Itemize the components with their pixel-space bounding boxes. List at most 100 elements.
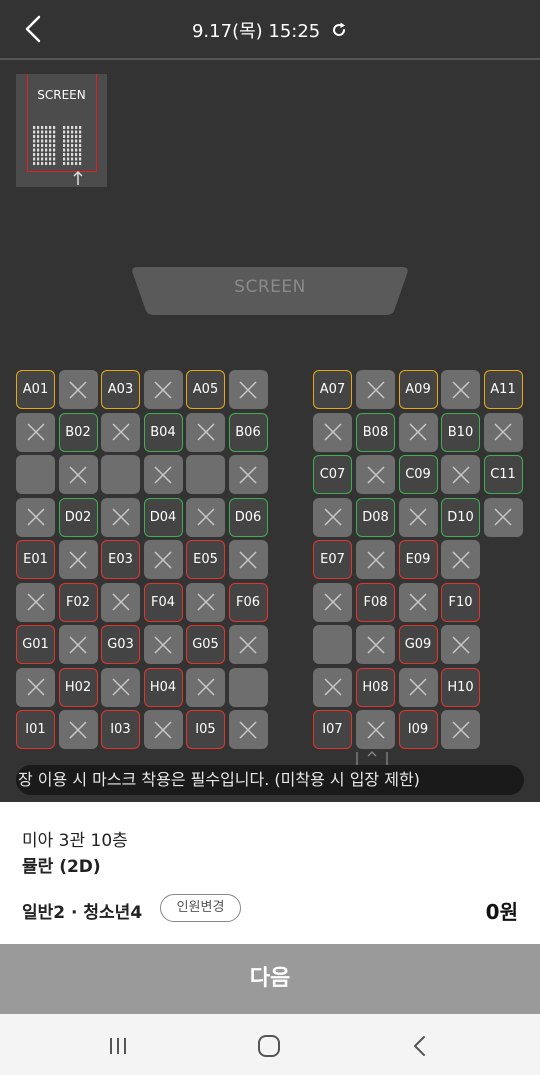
seat-minimap[interactable]: SCREEN (16, 74, 107, 187)
seat-i01[interactable]: I01 (16, 710, 55, 749)
seat-g09[interactable]: G09 (398, 625, 438, 664)
seat-b10[interactable]: B10 (441, 412, 480, 452)
seat-e03[interactable]: E03 (101, 540, 140, 579)
minimap-seat-dot (49, 144, 52, 147)
seat-d08[interactable]: D08 (356, 497, 395, 537)
seat-b02[interactable]: B02 (58, 412, 98, 452)
seat-h04[interactable]: H04 (143, 667, 183, 707)
booking-summary-panel: 미아 3관 10층 뮬란 (2D) 일반2 · 청소년4 인원변경 0원 (0, 802, 540, 944)
close-x-icon (196, 593, 215, 611)
mask-notice-banner: 장 이용 시 마스크 착용은 필수입니다. (미착용 시 입장 제한) (16, 765, 524, 795)
seat-c07[interactable]: C07 (313, 455, 352, 494)
seat-label: I01 (25, 722, 46, 737)
seat-e07[interactable]: E07 (313, 540, 352, 579)
close-x-icon (111, 508, 130, 526)
seat-h02[interactable]: H02 (58, 667, 98, 707)
minimap-seat-dot (33, 162, 36, 165)
close-x-icon (69, 465, 87, 484)
seat-g01[interactable]: G01 (16, 625, 55, 664)
seat-e01[interactable]: E01 (16, 540, 55, 579)
seat-c03 (101, 455, 140, 494)
minimap-seat-dot (63, 139, 66, 143)
seat-h07 (313, 667, 352, 707)
seat-c09[interactable]: C09 (398, 455, 438, 494)
seat-d04[interactable]: D04 (143, 497, 183, 537)
seat-f10[interactable]: F10 (441, 582, 480, 622)
seat-f07 (313, 582, 352, 622)
seat-a08 (356, 370, 395, 409)
minimap-seat-dot (41, 139, 44, 143)
seat-i03[interactable]: I03 (101, 710, 140, 749)
minimap-seat-dot (63, 157, 66, 161)
change-people-button[interactable]: 인원변경 (160, 894, 241, 922)
recent-apps-icon[interactable] (104, 1032, 132, 1060)
seat-b04[interactable]: B04 (143, 412, 183, 452)
seat-a05[interactable]: A05 (186, 370, 225, 409)
minimap-seat-dot (75, 148, 78, 152)
minimap-seat-dot (63, 148, 66, 152)
seat-i05[interactable]: I05 (186, 710, 225, 749)
seat-h08[interactable]: H08 (356, 667, 395, 707)
minimap-seat-dot (71, 148, 74, 152)
seat-i07[interactable]: I07 (313, 710, 352, 749)
total-price: 0원 (485, 900, 518, 924)
minimap-seat-dot (33, 130, 36, 134)
seat-label: A11 (490, 382, 516, 397)
seat-e08 (356, 540, 395, 579)
minimap-seat-dot (79, 139, 82, 143)
minimap-seat-dot (49, 126, 52, 129)
close-x-icon (239, 635, 257, 654)
seat-h01 (16, 667, 55, 707)
refresh-icon[interactable] (330, 21, 348, 39)
seat-e10 (441, 540, 480, 579)
seat-label: I03 (110, 722, 131, 737)
seat-c01 (16, 455, 55, 494)
seat-label: C07 (319, 467, 346, 482)
minimap-seat-dot (37, 157, 40, 161)
seat-e05[interactable]: E05 (186, 540, 225, 579)
seat-label: H10 (447, 679, 474, 695)
seat-h10[interactable]: H10 (441, 667, 480, 707)
seat-d02[interactable]: D02 (58, 497, 98, 537)
seat-label: H04 (149, 679, 177, 695)
seat-h09 (398, 667, 438, 707)
minimap-seat-dot (53, 153, 56, 156)
close-x-icon (451, 635, 470, 654)
minimap-seat-dot (41, 135, 44, 138)
seat-c11[interactable]: C11 (483, 455, 523, 494)
seat-a11[interactable]: A11 (483, 370, 523, 409)
seat-label: D10 (447, 509, 474, 525)
seat-f09 (398, 582, 438, 622)
seat-f06[interactable]: F06 (228, 582, 268, 622)
seat-e09[interactable]: E09 (398, 540, 438, 579)
close-x-icon (409, 678, 427, 696)
seat-a03[interactable]: A03 (101, 370, 140, 409)
minimap-seat-dot (49, 139, 52, 143)
seat-b08[interactable]: B08 (356, 412, 395, 452)
seat-f02[interactable]: F02 (58, 582, 98, 622)
seat-g05[interactable]: G05 (186, 625, 225, 664)
minimap-entrance-arrow-icon (73, 170, 83, 185)
nav-back-icon[interactable] (406, 1032, 434, 1060)
seat-i08 (356, 710, 395, 749)
minimap-seat-dot (49, 135, 52, 138)
next-button[interactable]: 다음 (0, 944, 540, 1014)
seat-d06[interactable]: D06 (228, 497, 268, 537)
seat-a07[interactable]: A07 (313, 370, 352, 409)
seat-i09[interactable]: I09 (398, 710, 438, 749)
minimap-seat-dot (33, 139, 36, 143)
close-x-icon (366, 550, 385, 569)
seat-d10[interactable]: D10 (441, 497, 480, 537)
seat-b06[interactable]: B06 (228, 412, 268, 452)
seat-label: F02 (65, 594, 91, 610)
seat-g03[interactable]: G03 (101, 625, 140, 664)
minimap-seat-dot (67, 148, 70, 152)
seat-a01[interactable]: A01 (16, 370, 55, 409)
seat-label: B08 (362, 424, 389, 440)
minimap-seat-dot (79, 162, 82, 165)
seat-c08 (356, 455, 395, 494)
home-icon[interactable] (255, 1032, 283, 1060)
seat-a09[interactable]: A09 (398, 370, 438, 409)
seat-f04[interactable]: F04 (143, 582, 183, 622)
seat-f08[interactable]: F08 (356, 582, 395, 622)
